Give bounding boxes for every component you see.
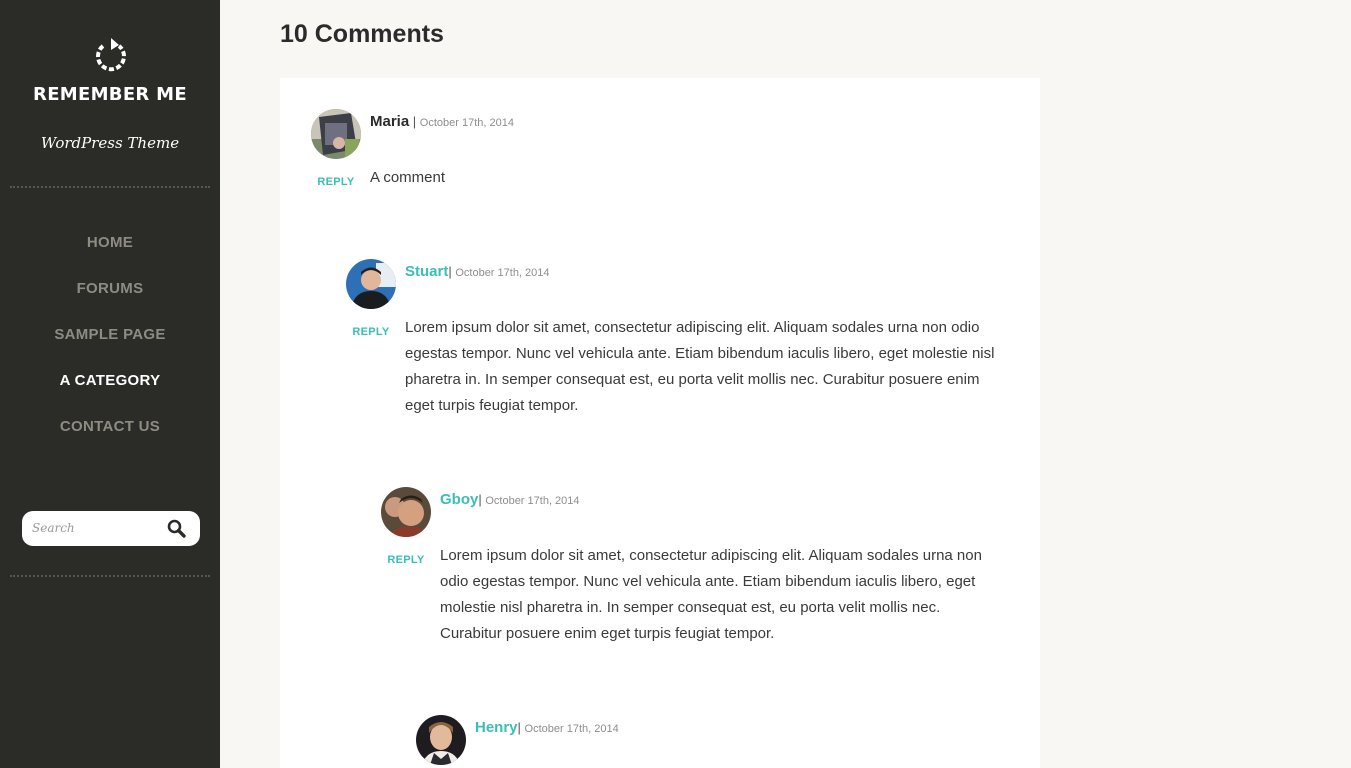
comment-date[interactable]: October 17th, 2014 xyxy=(485,495,579,507)
comment-meta: Stuart| October 17th, 2014 xyxy=(405,263,550,281)
reply-button[interactable]: REPLY xyxy=(381,554,431,566)
comment-text: Lorem ipsum dolor sit amet, consectetur … xyxy=(405,319,995,414)
comment-date[interactable]: October 17th, 2014 xyxy=(525,723,619,735)
nav-item-a-category[interactable]: A CATEGORY xyxy=(0,368,220,414)
nav-item-forums[interactable]: FORUMS xyxy=(0,276,220,322)
nav-item-sample-page[interactable]: SAMPLE PAGE xyxy=(0,322,220,368)
avatar xyxy=(311,109,361,159)
site-tagline: WordPress Theme xyxy=(40,134,180,152)
avatar xyxy=(346,259,396,309)
search-box xyxy=(22,511,200,546)
comment-meta: Gboy| October 17th, 2014 xyxy=(440,491,580,509)
comment-meta: Maria | October 17th, 2014 xyxy=(370,113,514,131)
nav-item-contact-us[interactable]: CONTACT US xyxy=(0,414,220,460)
comment-text: Lorem ipsum dolor sit amet, consectetur … xyxy=(440,547,982,642)
comment-author[interactable]: Henry xyxy=(475,719,518,736)
comment-meta: Henry| October 17th, 2014 xyxy=(475,719,619,737)
comment-author[interactable]: Gboy xyxy=(440,491,478,508)
avatar xyxy=(416,715,466,765)
meta-separator: | xyxy=(517,720,525,735)
sidebar-divider xyxy=(10,575,210,577)
comments-heading: 10 Comments xyxy=(280,20,444,48)
comments-panel: REPLY Maria | October 17th, 2014 A comme… xyxy=(280,78,1040,768)
search-input[interactable] xyxy=(32,518,162,538)
comment-text: A comment xyxy=(370,169,446,186)
avatar xyxy=(381,487,431,537)
reply-button[interactable]: REPLY xyxy=(311,176,361,188)
sidebar: REMEMBER ME WordPress Theme HOME FORUMS … xyxy=(0,0,220,768)
refresh-icon xyxy=(96,38,126,72)
site-title[interactable]: REMEMBER ME xyxy=(0,84,220,105)
reply-button[interactable]: REPLY xyxy=(346,326,396,338)
search-icon[interactable] xyxy=(166,518,188,540)
comment-date[interactable]: October 17th, 2014 xyxy=(455,267,549,279)
main-nav: HOME FORUMS SAMPLE PAGE A CATEGORY CONTA… xyxy=(0,230,220,460)
comment-author[interactable]: Stuart xyxy=(405,263,448,280)
comment-date[interactable]: October 17th, 2014 xyxy=(420,117,514,129)
nav-item-home[interactable]: HOME xyxy=(0,230,220,276)
sidebar-divider xyxy=(10,186,210,188)
meta-separator: | xyxy=(409,114,420,129)
comment-author: Maria xyxy=(370,113,410,130)
